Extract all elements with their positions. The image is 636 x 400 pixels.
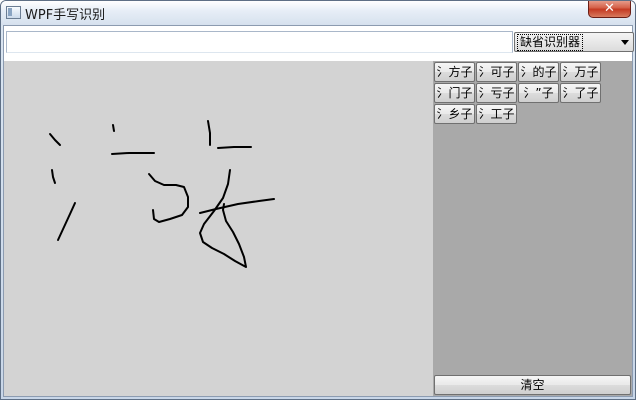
ink-strokes: [49, 120, 275, 268]
chevron-down-icon: [621, 40, 629, 45]
ink-stroke: [111, 152, 155, 155]
recognizer-combobox[interactable]: 缺省识别器: [514, 32, 634, 52]
clear-button[interactable]: 清空: [434, 375, 631, 395]
candidate-button[interactable]: 氵万子: [560, 62, 601, 82]
ink-stroke: [112, 124, 115, 132]
ink-stroke: [49, 133, 61, 146]
candidate-button[interactable]: 氵的子: [518, 62, 559, 82]
ink-stroke: [207, 120, 211, 146]
ink-stroke: [217, 146, 252, 149]
ink-stroke: [148, 173, 189, 223]
close-button[interactable]: ✕: [588, 1, 631, 18]
candidate-button[interactable]: 氵”子: [518, 83, 559, 103]
client-area: 缺省识别器 氵方子 氵可子 氵的子 氵万子 氵门子 氵亏子 氵”子 氵了子 氵乡…: [3, 25, 634, 397]
candidate-button[interactable]: 氵门子: [434, 83, 475, 103]
top-toolbar: 缺省识别器: [4, 26, 634, 60]
ink-stroke: [57, 202, 76, 241]
recognized-text-input[interactable]: [6, 31, 513, 53]
window-title: WPF手写识别: [25, 8, 106, 23]
candidate-button[interactable]: 氵可子: [476, 62, 517, 82]
ink-stroke: [51, 169, 56, 184]
candidate-button[interactable]: 氵亏子: [476, 83, 517, 103]
ink-stroke: [199, 169, 247, 268]
ink-canvas[interactable]: [4, 61, 433, 396]
app-window: WPF手写识别 ✕ 缺省识别器 氵方子 氵可子 氵的子 氵万子 氵门子 氵亏子 …: [0, 0, 636, 400]
candidate-button[interactable]: 氵乡子: [434, 104, 475, 124]
ink-stroke: [199, 198, 275, 214]
recognizer-selected-value: 缺省识别器: [517, 34, 584, 51]
app-window-icon[interactable]: [6, 6, 21, 19]
candidate-button[interactable]: 氵了子: [560, 83, 601, 103]
title-bar[interactable]: WPF手写识别 ✕: [1, 1, 635, 25]
candidate-button[interactable]: 氵工子: [476, 104, 517, 124]
candidate-panel: 氵方子 氵可子 氵的子 氵万子 氵门子 氵亏子 氵”子 氵了子 氵乡子 氵工子 …: [433, 61, 632, 396]
candidate-button[interactable]: 氵方子: [434, 62, 475, 82]
